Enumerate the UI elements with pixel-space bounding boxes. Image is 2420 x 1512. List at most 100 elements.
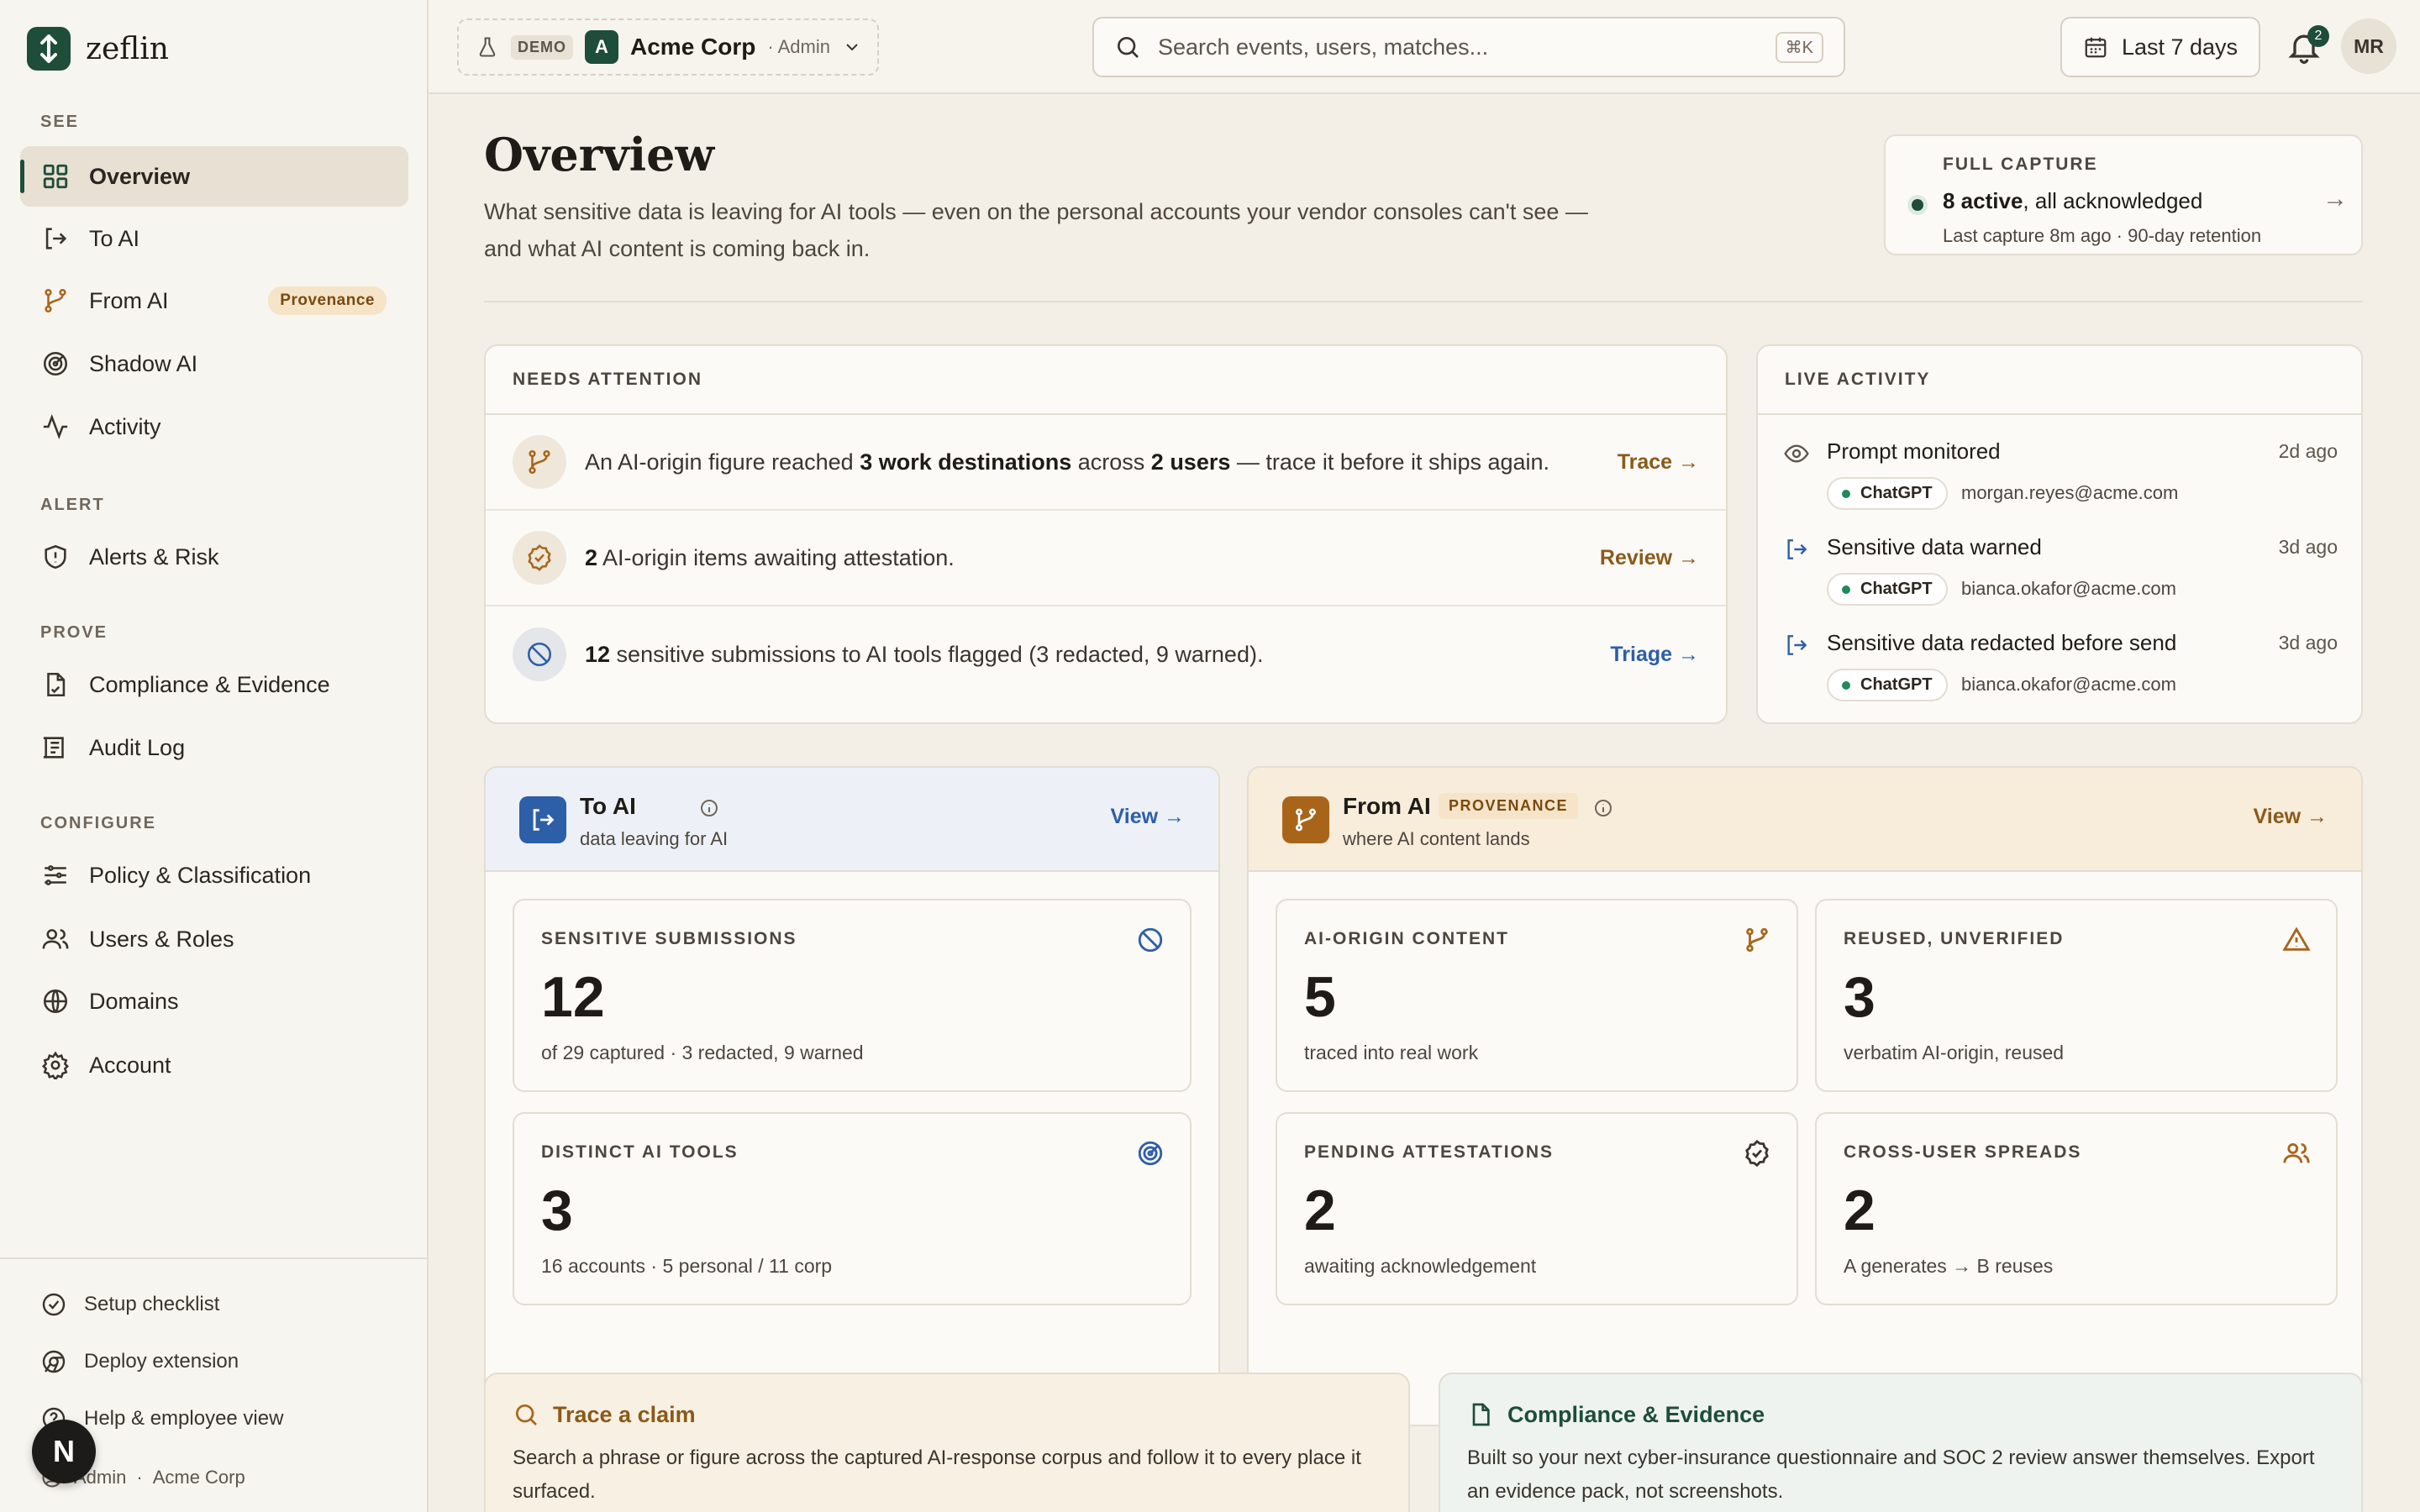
sidebar-item-policy[interactable]: Policy & Classification (20, 845, 408, 906)
compliance-evidence-card[interactable]: Compliance & Evidence Built so your next… (1439, 1373, 2363, 1512)
card-header: LIVE ACTIVITY (1758, 346, 2361, 415)
compliance-text: Built so your next cyber-insurance quest… (1467, 1446, 2315, 1503)
gear-icon (40, 1050, 71, 1080)
from-ai-view-link[interactable]: View → (2254, 805, 2328, 829)
sliders-icon (40, 860, 71, 890)
brand-logo[interactable]: zeflin (27, 27, 169, 71)
stat-value: 2 (1844, 1179, 1876, 1242)
to-ai-header: To AI data leaving for AI View → (486, 768, 1218, 872)
trace-link[interactable]: Trace → (1618, 450, 1699, 475)
stat-label: CROSS-USER SPREADS (1844, 1142, 2082, 1162)
globe-icon (40, 986, 71, 1016)
capture-count: 8 active (1943, 188, 2023, 213)
arrow-out-icon (1787, 539, 1807, 559)
sidebar-item-audit-log[interactable]: Audit Log (20, 717, 408, 778)
logo-mark-icon (27, 27, 71, 71)
attention-emphasis: 2 (585, 544, 598, 570)
full-capture-card[interactable]: FULL CAPTURE 8 active, all acknowledged … (1884, 134, 2363, 255)
notification-count: 2 (2307, 25, 2329, 47)
arrow-out-icon (519, 796, 566, 843)
search-placeholder: Search events, users, matches... (1158, 34, 1489, 60)
arrow-out-icon (1787, 635, 1807, 655)
sidebar-item-label: From AI (89, 287, 169, 313)
radar-icon (40, 349, 71, 379)
stat-pending-attestations[interactable]: PENDING ATTESTATIONS 2 awaiting acknowle… (1276, 1112, 1798, 1305)
main-content: Overview What sensitive data is leaving … (429, 94, 2420, 1512)
log-icon (40, 732, 71, 763)
date-range-picker[interactable]: Last 7 days (2060, 17, 2260, 77)
sidebar-item-overview[interactable]: Overview (20, 146, 408, 207)
attention-text: 2 AI-origin items awaiting attestation. (585, 545, 955, 571)
activity-item[interactable]: Prompt monitored 2d ago ChatGPT morgan.r… (1783, 438, 2338, 534)
stat-distinct-ai-tools[interactable]: DISTINCT AI TOOLS 3 16 accounts · 5 pers… (513, 1112, 1192, 1305)
info-icon[interactable] (699, 798, 719, 818)
branch-icon (513, 435, 566, 489)
sidebar-item-account[interactable]: Account (20, 1035, 408, 1095)
from-ai-panel: From AI PROVENANCE where AI content land… (1247, 766, 2363, 1426)
stat-sensitive-submissions[interactable]: SENSITIVE SUBMISSIONS 12 of 29 captured … (513, 899, 1192, 1092)
activity-title: Prompt monitored (1827, 438, 2001, 464)
floating-assistant-button[interactable]: N (32, 1420, 96, 1483)
sidebar-item-label: Account (89, 1052, 171, 1078)
sidebar-item-to-ai[interactable]: To AI (20, 208, 408, 269)
sidebar: zeflin SEE Overview To AI From AI Proven… (0, 0, 429, 1512)
deploy-extension-link[interactable]: Deploy extension (40, 1348, 239, 1375)
stat-value: 12 (541, 965, 605, 1029)
to-ai-view-link[interactable]: View → (1111, 805, 1185, 829)
section-label-prove: PROVE (40, 623, 108, 642)
warning-icon (2282, 927, 2311, 951)
sidebar-item-label: Policy & Classification (89, 862, 312, 888)
attention-text: An AI-origin figure reached 3 work desti… (585, 449, 1549, 475)
tool-tag: ChatGPT (1827, 669, 1948, 701)
sidebar-item-shadow-ai[interactable]: Shadow AI (20, 333, 408, 394)
arrow-right-icon: → (2323, 185, 2348, 213)
search-input[interactable]: Search events, users, matches... ⌘K (1092, 17, 1845, 77)
provenance-badge: Provenance (268, 286, 387, 315)
flask-icon (479, 37, 496, 57)
attention-row[interactable]: An AI-origin figure reached 3 work desti… (486, 415, 1726, 511)
stat-desc: traced into real work (1304, 1042, 1479, 1063)
review-link[interactable]: Review → (1600, 546, 1699, 570)
branch-icon (1746, 927, 1768, 953)
sidebar-item-label: Users & Roles (89, 926, 234, 952)
stat-cross-user-spreads[interactable]: CROSS-USER SPREADS 2 A generates → B reu… (1815, 1112, 2338, 1305)
sidebar-item-alerts-risk[interactable]: Alerts & Risk (20, 527, 408, 587)
trace-claim-card[interactable]: Trace a claim Search a phrase or figure … (484, 1373, 1410, 1512)
attention-row[interactable]: 2 AI-origin items awaiting attestation. … (486, 511, 1726, 606)
user-avatar[interactable]: MR (2341, 18, 2396, 74)
stat-desc: 16 accounts · 5 personal / 11 corp (541, 1255, 833, 1277)
check-circle-icon (513, 531, 566, 585)
section-label-see: SEE (40, 113, 80, 131)
activity-item[interactable]: Sensitive data redacted before send 3d a… (1783, 630, 2338, 722)
sidebar-item-compliance[interactable]: Compliance & Evidence (20, 654, 408, 715)
demo-badge: DEMO (511, 34, 573, 60)
attention-emphasis: 3 work destinations (860, 449, 1072, 475)
sidebar-item-activity[interactable]: Activity (20, 396, 408, 457)
sidebar-item-users-roles[interactable]: Users & Roles (20, 909, 408, 969)
arrow-out-icon (40, 223, 71, 254)
activity-item[interactable]: Sensitive data warned 3d ago ChatGPT bia… (1783, 534, 2338, 630)
info-icon[interactable] (1593, 798, 1613, 818)
card-header: NEEDS ATTENTION (486, 346, 1726, 415)
attention-row[interactable]: 12 sensitive submissions to AI tools fla… (486, 606, 1726, 702)
stat-label: SENSITIVE SUBMISSIONS (541, 929, 797, 948)
live-activity-card: LIVE ACTIVITY Prompt monitored 2d ago Ch… (1756, 344, 2363, 724)
setup-checklist-label: Setup checklist (84, 1293, 220, 1315)
sidebar-item-from-ai[interactable]: From AI Provenance (20, 270, 408, 331)
setup-checklist-link[interactable]: Setup checklist (40, 1291, 219, 1318)
sidebar-item-domains[interactable]: Domains (20, 971, 408, 1032)
org-switcher[interactable]: DEMO A Acme Corp · Admin (457, 18, 879, 76)
date-range-label: Last 7 days (2121, 34, 2238, 60)
document-icon (1472, 1403, 1490, 1426)
triage-link[interactable]: Triage → (1610, 643, 1699, 667)
stat-ai-origin-content[interactable]: AI-ORIGIN CONTENT 5 traced into real wor… (1276, 899, 1798, 1092)
stat-reused-unverified[interactable]: REUSED, UNVERIFIED 3 verbatim AI-origin,… (1815, 899, 2338, 1092)
attention-emphasis: 2 users (1150, 449, 1231, 475)
from-ai-subtitle: where AI content lands (1343, 828, 1530, 849)
capture-label: FULL CAPTURE (1943, 155, 2098, 174)
trace-claim-header: Trace a claim (513, 1401, 1381, 1428)
org-name: Acme Corp (630, 34, 756, 60)
provenance-badge: PROVENANCE (1439, 793, 1579, 819)
search-icon (516, 1404, 537, 1425)
compliance-header: Compliance & Evidence (1467, 1401, 2334, 1428)
